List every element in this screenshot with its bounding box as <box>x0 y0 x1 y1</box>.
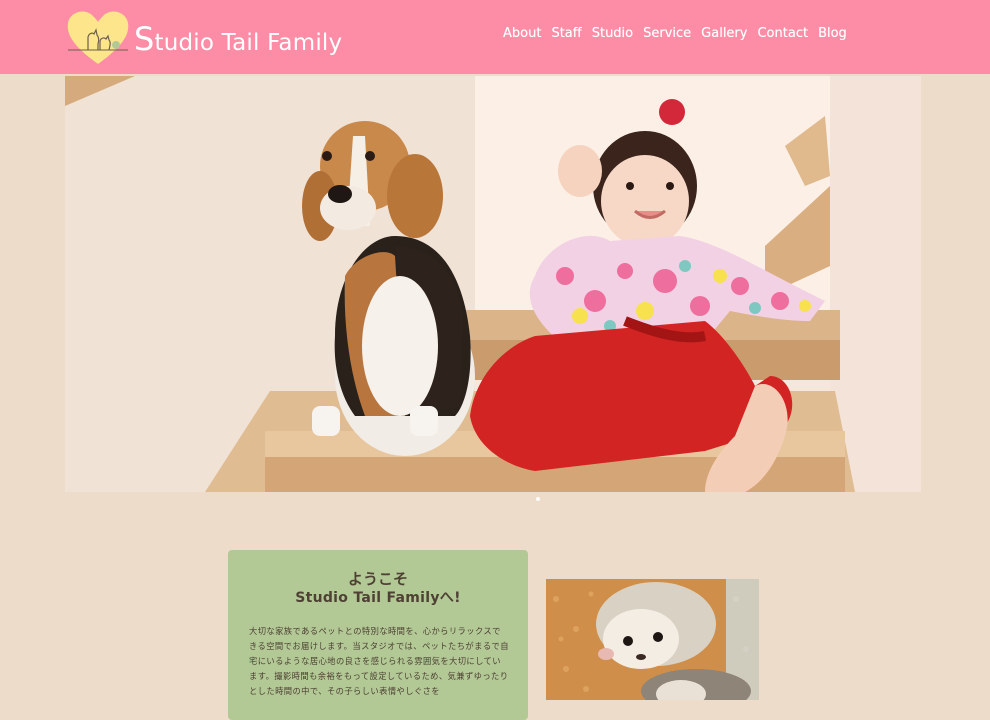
nav-gallery[interactable]: Gallery <box>701 26 747 44</box>
nav-blog[interactable]: Blog <box>818 26 847 44</box>
nav-staff[interactable]: Staff <box>551 26 581 44</box>
nav-service[interactable]: Service <box>643 26 691 44</box>
nav-contact[interactable]: Contact <box>757 26 808 44</box>
welcome-title: ようこそ <box>347 570 408 588</box>
hedgehog-photo <box>546 579 759 700</box>
welcome-card: ようこそ Studio Tail Familyへ! 大切な家族であるペットとの特… <box>228 550 528 720</box>
logo-text: Studio Tail Family <box>134 20 343 58</box>
site-header: Studio Tail Family About Staff Studio Se… <box>0 0 990 74</box>
slider-indicator[interactable] <box>536 497 546 503</box>
welcome-body-text: 大切な家族であるペットとの特別な時間を、心からリラックスできる空間でお届けします… <box>249 626 509 696</box>
site-logo[interactable]: Studio Tail Family <box>66 8 342 66</box>
slider-dot[interactable] <box>536 497 540 501</box>
nav-studio[interactable]: Studio <box>592 26 633 44</box>
nav-about[interactable]: About <box>503 26 541 44</box>
hero-image <box>65 76 921 492</box>
main-nav: About Staff Studio Service Gallery Conta… <box>503 26 847 44</box>
welcome-subtitle: Studio Tail Familyへ! <box>295 590 461 606</box>
heart-logo-icon <box>67 11 129 65</box>
